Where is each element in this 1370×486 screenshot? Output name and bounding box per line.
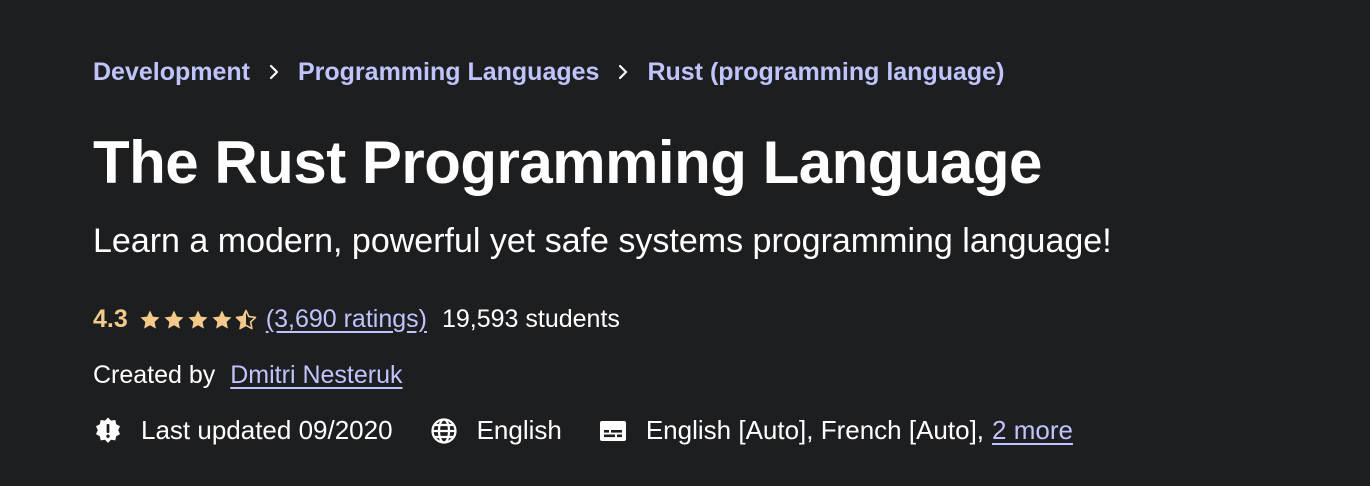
chevron-right-icon <box>599 63 647 81</box>
star-icon <box>164 310 184 329</box>
created-by-label: Created by <box>93 361 216 389</box>
ratings-count-link[interactable]: (3,690 ratings) <box>266 305 427 334</box>
instructor-link[interactable]: Dmitri Nesteruk <box>230 361 402 389</box>
breadcrumb: Development Programming Languages Rust (… <box>93 58 1004 87</box>
rating-value: 4.3 <box>93 305 128 333</box>
creator-row: Created by Dmitri Nesteruk <box>93 361 403 390</box>
new-badge-icon <box>93 416 123 446</box>
meta-row: Last updated 09/2020 English English [Au… <box>93 415 1073 446</box>
star-icon <box>140 310 160 329</box>
language-text: English <box>476 415 562 445</box>
star-icon <box>212 310 232 329</box>
captions-text: English [Auto], French [Auto], <box>645 415 985 445</box>
rating-row: 4.3 (3,690 ratings) 19,593 students <box>93 305 620 334</box>
course-title: The Rust Programming Language <box>93 129 1042 196</box>
captions: English [Auto], French [Auto], 2 more <box>598 415 1073 446</box>
globe-icon <box>429 416 459 446</box>
more-captions-link[interactable]: 2 more <box>992 415 1073 446</box>
course-subtitle: Learn a modern, powerful yet safe system… <box>93 222 1112 260</box>
breadcrumb-item-programming-languages[interactable]: Programming Languages <box>298 58 599 87</box>
chevron-right-icon <box>250 63 298 81</box>
students-count: 19,593 students <box>441 305 620 333</box>
language: English <box>429 415 562 446</box>
last-updated-text: Last updated 09/2020 <box>141 415 393 445</box>
star-icon <box>188 310 208 329</box>
breadcrumb-item-development[interactable]: Development <box>93 58 250 87</box>
closed-captions-icon <box>598 416 628 446</box>
last-updated: Last updated 09/2020 <box>93 415 393 446</box>
star-rating <box>138 308 258 332</box>
star-half-icon <box>235 309 257 329</box>
breadcrumb-item-rust[interactable]: Rust (programming language) <box>647 58 1004 87</box>
